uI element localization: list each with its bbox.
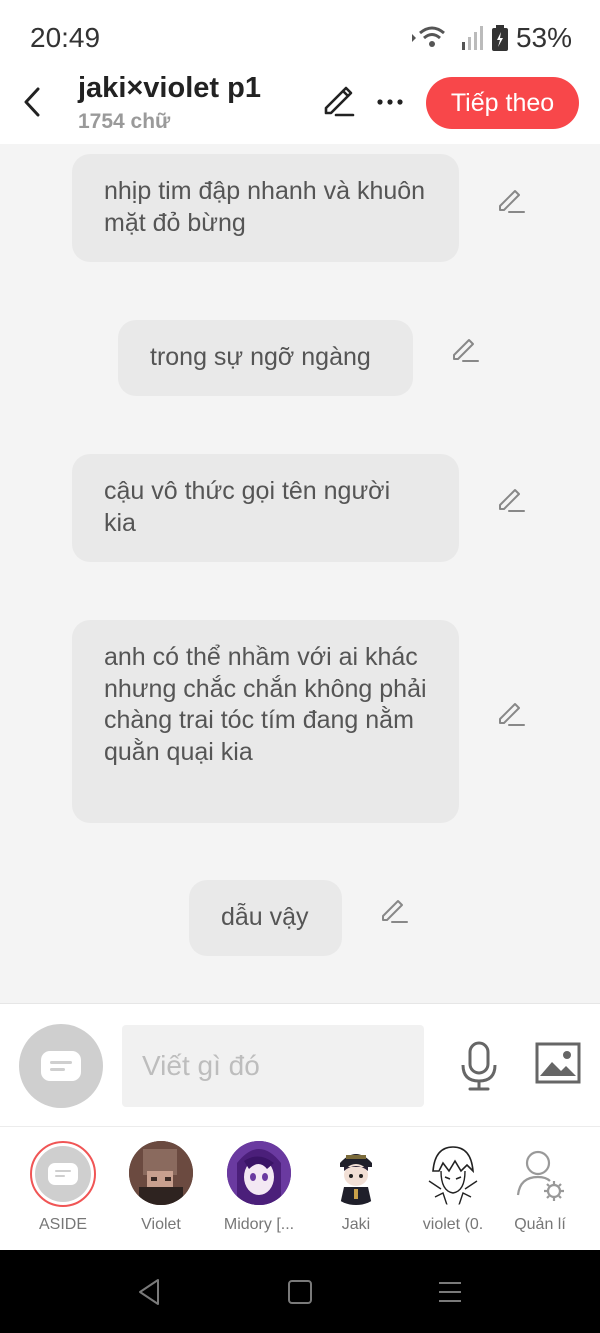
wifi-icon [411,26,445,47]
status-time: 20:49 [30,22,101,53]
character-bar: ASIDE Violet Midory [... Jaki violet (0.… [0,1126,600,1250]
message-text: anh có thể nhầm với ai khác nhưng chắc c… [104,643,427,766]
character-name: ASIDE [38,1216,87,1233]
character-name: Jaki [341,1216,371,1233]
chevron-left-icon [24,87,40,117]
chat-bubble-icon [41,1051,81,1081]
edit-message-icon[interactable] [496,483,526,513]
composer [0,1003,600,1126]
avatar [129,1141,193,1205]
avatar [324,1141,388,1205]
message-bubble[interactable]: dẫu vậy [189,880,342,956]
character-name: violet (0. [422,1216,484,1233]
message-text: dẫu vậy [221,903,309,931]
microphone-icon[interactable] [458,1040,500,1092]
nav-back-icon[interactable] [136,1278,164,1306]
avatar [227,1141,291,1205]
character-jaki[interactable]: Jaki [306,1141,406,1234]
character-name: Quản lí [514,1216,566,1233]
battery-icon [491,25,508,51]
message-list: nhịp tim đập nhanh và khuôn mặt đỏ bừng … [0,144,600,1003]
avatar [30,1141,96,1207]
nav-recents-icon[interactable] [436,1278,464,1306]
avatar [421,1141,485,1205]
image-icon[interactable] [535,1042,581,1084]
message-bubble[interactable]: anh có thể nhầm với ai khác nhưng chắc c… [72,620,459,823]
character-violet-0[interactable]: violet (0. [403,1141,503,1234]
character-name: Midory [... [223,1216,295,1233]
manage-characters-button[interactable]: Quản lí [490,1141,590,1234]
word-count: 1754 chữ [78,110,171,133]
editor-header: jaki×violet p1 1754 chữ Tiếp theo [0,72,600,144]
edit-message-icon[interactable] [496,184,526,214]
character-name: Violet [141,1216,181,1233]
more-options-button[interactable] [372,80,408,116]
system-nav-bar [0,1250,600,1333]
aside-toggle-button[interactable] [19,1024,103,1108]
character-aside[interactable]: ASIDE [13,1141,113,1234]
nav-home-icon[interactable] [286,1278,314,1306]
character-violet[interactable]: Violet [111,1141,211,1234]
edit-title-button[interactable] [320,82,356,118]
next-button[interactable]: Tiếp theo [426,77,579,129]
message-bubble[interactable]: trong sự ngỡ ngàng [118,320,413,396]
character-midory[interactable]: Midory [... [209,1141,309,1234]
chat-bubble-icon [48,1163,78,1185]
status-bar: 20:49 53% [0,0,600,72]
back-button[interactable] [14,82,50,122]
message-input[interactable] [122,1025,424,1107]
message-bubble[interactable]: cậu vô thức gọi tên người kia [72,454,459,562]
message-text: trong sự ngỡ ngàng [150,343,371,371]
status-indicators: 53% [410,22,572,54]
pencil-icon [324,86,355,117]
message-bubble[interactable]: nhịp tim đập nhanh và khuôn mặt đỏ bừng [72,154,459,262]
edit-message-icon[interactable] [450,333,480,363]
user-settings-icon [516,1150,564,1201]
battery-percent: 53% [515,22,572,53]
avatar [508,1141,572,1205]
more-dots-icon [377,99,403,105]
edit-message-icon[interactable] [379,894,409,924]
message-text: cậu vô thức gọi tên người kia [104,477,391,537]
message-text: nhịp tim đập nhanh và khuôn mặt đỏ bừng [104,177,426,237]
edit-message-icon[interactable] [496,697,526,727]
signal-icon [461,26,483,50]
story-title: jaki×violet p1 [78,72,261,104]
